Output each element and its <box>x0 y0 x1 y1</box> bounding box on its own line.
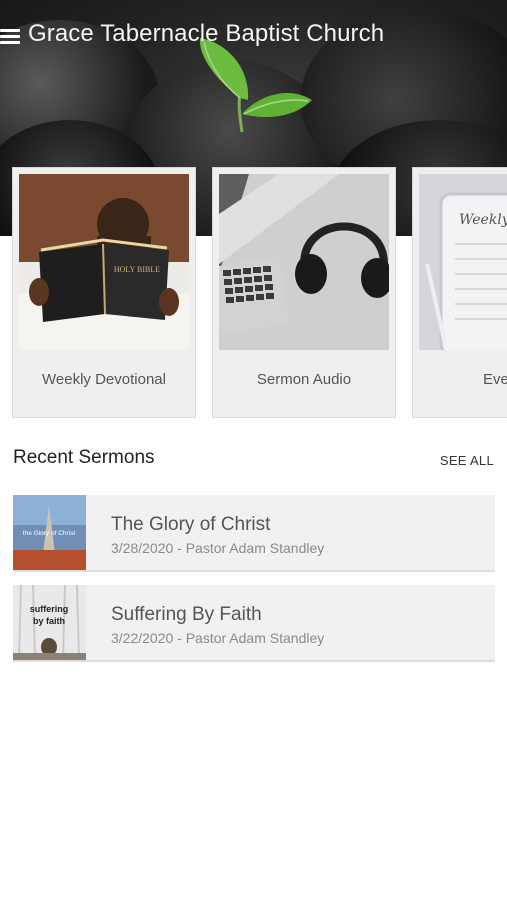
sermon-date-speaker: 3/22/2020 - Pastor Adam Standley <box>111 630 325 646</box>
sermon-title: The Glory of Christ <box>111 514 271 535</box>
card-image-tablet-planner: Weekly <box>419 174 507 350</box>
sermon-date-speaker: 3/28/2020 - Pastor Adam Standley <box>111 540 325 556</box>
svg-text:suffering: suffering <box>30 604 69 614</box>
see-all-link[interactable]: SEE ALL <box>440 453 494 468</box>
card-label: Sermon Audio <box>256 371 352 388</box>
app-title: Grace Tabernacle Baptist Church <box>28 20 385 47</box>
menu-icon-bar <box>0 29 20 32</box>
list-item[interactable]: suffering by faith Suffering By Faith 3/… <box>13 585 495 662</box>
hamburger-menu-icon[interactable] <box>0 29 20 44</box>
planner-text: Weekly <box>459 212 507 228</box>
sermon-list: the Glory of Christ The Glory of Christ … <box>13 495 495 675</box>
sermon-thumbnail: the Glory of Christ <box>13 495 86 570</box>
card-image-laptop-headphones <box>219 174 389 350</box>
feature-cards-carousel[interactable]: HOLY BIBLE Weekly Devotional Sermon Audi… <box>0 167 507 419</box>
card-events[interactable]: Weekly Ever <box>412 167 507 418</box>
menu-icon-bar <box>0 35 20 38</box>
menu-icon-bar <box>0 41 20 44</box>
card-sermon-audio[interactable]: Sermon Audio <box>212 167 396 418</box>
card-weekly-devotional[interactable]: HOLY BIBLE Weekly Devotional <box>12 167 196 418</box>
card-image-child-reading-bible: HOLY BIBLE <box>19 174 189 350</box>
card-label: Weekly Devotional <box>42 371 166 388</box>
sermon-thumb-text: the Glory of Christ <box>23 530 76 537</box>
sermon-title: Suffering By Faith <box>111 604 262 625</box>
svg-text:by faith: by faith <box>33 616 65 626</box>
recent-sermons-heading: Recent Sermons <box>13 447 155 468</box>
list-item[interactable]: the Glory of Christ The Glory of Christ … <box>13 495 495 572</box>
bible-cover-text: HOLY BIBLE <box>114 265 160 274</box>
sermon-thumbnail: suffering by faith <box>13 585 86 660</box>
card-label: Ever <box>483 371 507 388</box>
